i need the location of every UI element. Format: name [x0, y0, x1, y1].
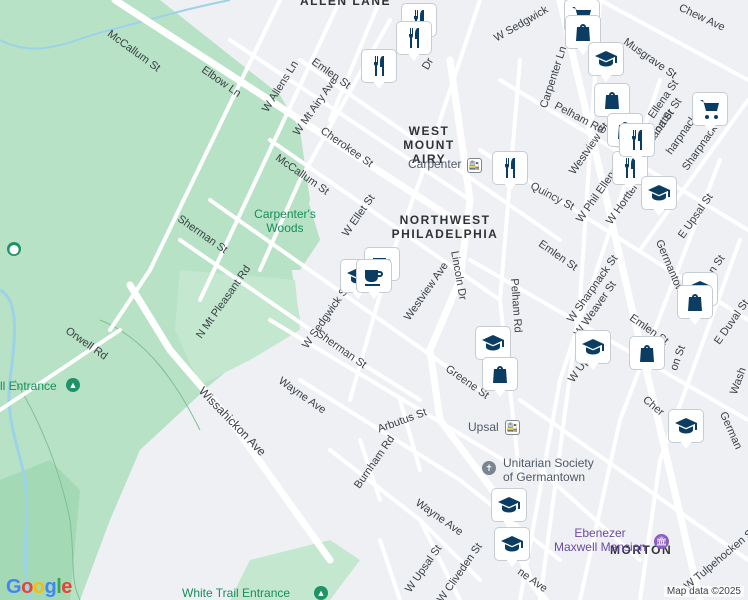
pin-restaurant[interactable]: [397, 22, 431, 62]
shopping-bag-icon: [688, 294, 702, 311]
school-icon: [498, 497, 520, 513]
shopping-bag-icon: [493, 366, 507, 383]
shopping-bag-icon: [576, 24, 590, 41]
cafe-icon: [365, 270, 383, 286]
pin-school[interactable]: [492, 489, 526, 529]
tree-icon[interactable]: ▲: [66, 378, 80, 392]
pin-school[interactable]: [642, 177, 676, 217]
pin-restaurant[interactable]: [362, 50, 396, 90]
map-data-credit[interactable]: Map data ©2025: [663, 586, 744, 597]
school-icon: [595, 51, 617, 67]
pin-school[interactable]: [589, 43, 623, 83]
shopping-bag-icon: [605, 92, 619, 109]
station-label-carpenter[interactable]: Carpenter: [408, 157, 461, 171]
google-logo: Google: [6, 576, 72, 598]
park-label-carpenters-woods: Carpenter's Woods: [254, 207, 316, 235]
poi-label-unitarian-society[interactable]: Unitarian Society of Germantown: [503, 456, 594, 484]
restaurant-icon: [632, 130, 642, 150]
school-icon: [501, 536, 523, 552]
pin-school[interactable]: [495, 528, 529, 568]
school-icon: [582, 339, 604, 355]
pin-shopping-bag[interactable]: [483, 358, 517, 398]
area-label-allen-lane: ALLEN LANE: [300, 0, 391, 8]
train-station-icon[interactable]: 🚉: [467, 158, 482, 173]
school-icon: [675, 418, 697, 434]
pin-cafe[interactable]: [357, 260, 391, 300]
shopping-cart-icon: [700, 100, 719, 119]
station-label-upsal[interactable]: Upsal: [468, 420, 499, 434]
pin-school[interactable]: [669, 410, 703, 450]
poi-label-ebenezer-maxwell-mansion[interactable]: Ebenezer Maxwell Mansion: [540, 526, 660, 554]
pin-restaurant[interactable]: [493, 152, 527, 192]
pin-school[interactable]: [576, 331, 610, 371]
school-icon: [648, 185, 670, 201]
tree-icon[interactable]: ▲: [314, 586, 328, 600]
poi-label-white-trail-entrance[interactable]: White Trail Entrance: [182, 586, 290, 600]
place-of-worship-icon[interactable]: ✝: [482, 461, 496, 475]
poi-label-trail-entrance[interactable]: ll Entrance: [0, 379, 57, 393]
restaurant-icon: [374, 56, 384, 76]
museum-icon[interactable]: 🏛: [654, 534, 669, 549]
map-base-layer: [0, 0, 748, 600]
school-icon: [482, 335, 504, 351]
shopping-bag-icon: [640, 345, 654, 362]
pin-shopping-bag[interactable]: [630, 337, 664, 377]
pin-shopping-cart[interactable]: [693, 93, 727, 133]
restaurant-icon: [505, 158, 515, 178]
map-canvas[interactable]: WEST MOUNT AIRY NORTHWEST PHILADELPHIA M…: [0, 0, 748, 600]
train-station-icon[interactable]: 🚉: [505, 420, 520, 435]
park-marker-icon[interactable]: ⬤: [7, 242, 21, 256]
restaurant-icon: [409, 28, 419, 48]
pin-restaurant[interactable]: [620, 124, 654, 164]
pin-shopping-bag[interactable]: [678, 286, 712, 326]
area-label-northwest-philadelphia: NORTHWEST PHILADELPHIA: [391, 213, 499, 241]
